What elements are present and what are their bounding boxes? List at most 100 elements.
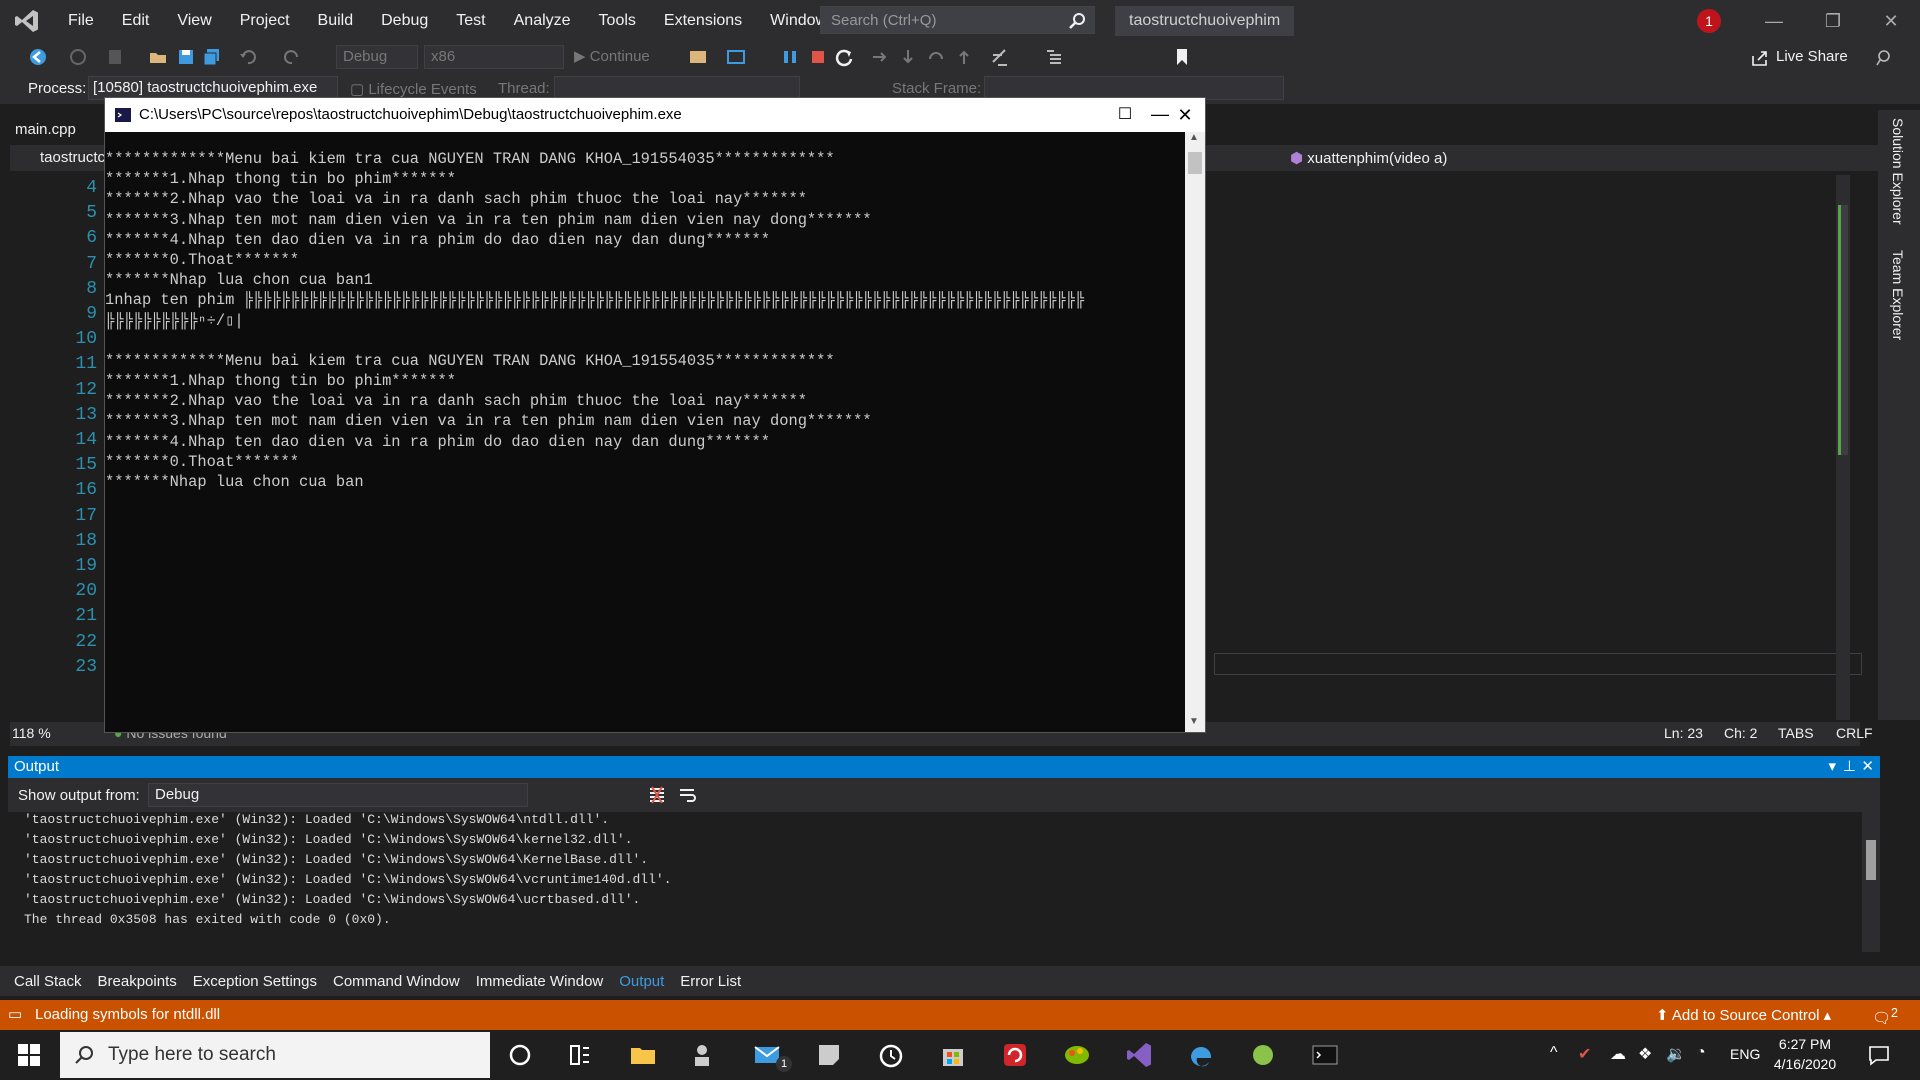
menu-test[interactable]: Test <box>442 0 499 42</box>
feedback-icon[interactable] <box>1874 48 1894 68</box>
close-button[interactable]: ✕ <box>1876 8 1906 34</box>
action-center-icon[interactable] <box>1868 1044 1890 1066</box>
tab-immediate-window[interactable]: Immediate Window <box>468 973 612 990</box>
console-minimize-button[interactable]: — <box>1151 97 1169 131</box>
solution-platform-select[interactable]: x86 <box>424 45 564 69</box>
attach-process-icon[interactable] <box>726 47 746 67</box>
step-into-icon[interactable] <box>898 47 918 67</box>
windows-start-icon[interactable] <box>18 1044 40 1066</box>
close-panel-icon[interactable]: ✕ <box>1861 756 1874 778</box>
search-input[interactable]: Search (Ctrl+Q) <box>820 6 1095 34</box>
visual-studio-taskbar-icon[interactable] <box>1124 1040 1154 1070</box>
solution-explorer-tab[interactable]: Solution Explorer <box>1890 118 1906 225</box>
taskbar-clock[interactable]: 6:27 PM 4/16/2020 <box>1760 1034 1850 1074</box>
project-navigation-dropdown[interactable]: taostructc <box>40 149 105 166</box>
dropbox-tray-icon[interactable]: ❖ <box>1638 1044 1652 1064</box>
output-scrollbar[interactable] <box>1862 812 1880 952</box>
alarms-clock-icon[interactable] <box>876 1040 906 1070</box>
menu-tools[interactable]: Tools <box>585 0 650 42</box>
console-maximize-button[interactable]: ☐ <box>1115 98 1135 132</box>
team-explorer-tab[interactable]: Team Explorer <box>1890 250 1906 340</box>
menu-debug[interactable]: Debug <box>367 0 442 42</box>
console-close-button[interactable]: ✕ <box>1173 98 1197 132</box>
store-icon[interactable] <box>938 1040 968 1070</box>
save-icon[interactable] <box>176 47 196 67</box>
paint-app-icon[interactable] <box>1062 1040 1092 1070</box>
menu-analyze[interactable]: Analyze <box>500 0 585 42</box>
garena-icon[interactable] <box>1000 1040 1030 1070</box>
panel-menu-icon[interactable]: ▾ <box>1828 756 1836 778</box>
save-all-icon[interactable] <box>202 47 222 67</box>
continue-button[interactable]: ▶ Continue <box>574 45 650 69</box>
pin-icon[interactable]: ⊥ <box>1843 756 1856 778</box>
language-indicator[interactable]: ENG <box>1730 1046 1760 1062</box>
clear-all-icon[interactable] <box>648 786 666 804</box>
tab-command-window[interactable]: Command Window <box>325 973 468 990</box>
volume-icon[interactable]: 🔉 <box>1666 1044 1686 1064</box>
edge-icon[interactable] <box>1186 1040 1216 1070</box>
tab-breakpoints[interactable]: Breakpoints <box>90 973 185 990</box>
navigate-back-icon[interactable] <box>28 47 48 67</box>
add-to-source-control-button[interactable]: ⬆ Add to Source Control ▴ <box>1656 1006 1831 1024</box>
scroll-down-icon[interactable]: ▼ <box>1189 716 1199 727</box>
tab-main-cpp[interactable]: main.cpp <box>0 118 105 142</box>
hot-reload-icon[interactable] <box>990 47 1010 67</box>
console-scrollbar[interactable]: ▲ ▼ <box>1185 132 1205 732</box>
new-project-icon[interactable] <box>106 47 126 67</box>
member-navigation-dropdown[interactable]: ⬢ xuattenphim(video a) <box>1290 149 1447 167</box>
output-text-area[interactable]: 'taostructchuoivephim.exe' (Win32): Load… <box>8 812 1880 952</box>
sticky-notes-icon[interactable] <box>814 1040 844 1070</box>
antivirus-tray-icon[interactable]: ✔ <box>1578 1044 1591 1064</box>
menu-edit[interactable]: Edit <box>108 0 164 42</box>
tab-call-stack[interactable]: Call Stack <box>6 973 90 990</box>
console-scrollbar-thumb[interactable] <box>1188 152 1202 174</box>
show-hidden-icons-icon[interactable]: ^ <box>1550 1044 1558 1062</box>
editor-vertical-scrollbar[interactable] <box>1836 175 1850 720</box>
undo-icon[interactable] <box>238 47 258 67</box>
minimize-button[interactable]: — <box>1759 8 1789 34</box>
restore-button[interactable]: ❐ <box>1818 8 1848 34</box>
step-out-icon[interactable] <box>954 47 974 67</box>
cortana-icon[interactable] <box>505 1040 535 1070</box>
menu-project[interactable]: Project <box>226 0 304 42</box>
menu-build[interactable]: Build <box>304 0 368 42</box>
people-icon[interactable] <box>690 1040 720 1070</box>
tabs-indicator[interactable]: TABS <box>1778 725 1814 741</box>
output-scrollbar-thumb[interactable] <box>1866 840 1876 880</box>
menu-file[interactable]: File <box>54 0 108 42</box>
lifecycle-events-button[interactable]: ▢ Lifecycle Events <box>350 80 477 98</box>
show-next-statement-icon[interactable] <box>870 47 890 67</box>
notifications-icon[interactable]: 🗨2 <box>1872 1006 1898 1027</box>
menu-extensions[interactable]: Extensions <box>650 0 756 42</box>
console-title-bar[interactable]: C:\Users\PC\source\repos\taostructchuoiv… <box>105 98 1205 132</box>
tab-output[interactable]: Output <box>611 973 672 990</box>
eol-indicator[interactable]: CRLF <box>1836 725 1873 741</box>
word-wrap-icon[interactable] <box>678 786 696 804</box>
console-output[interactable]: *************Menu bai kiem tra cua NGUYE… <box>105 132 1185 732</box>
file-explorer-icon[interactable] <box>628 1040 658 1070</box>
task-view-icon[interactable] <box>565 1040 595 1070</box>
console-window[interactable]: C:\Users\PC\source\repos\taostructchuoiv… <box>104 97 1206 733</box>
break-all-icon[interactable] <box>780 47 800 67</box>
navigate-forward-icon[interactable] <box>68 47 88 67</box>
console-window-taskbar-icon[interactable] <box>1310 1040 1340 1070</box>
live-share-button[interactable]: Live Share <box>1776 48 1848 65</box>
debug-targets-icon[interactable] <box>688 47 708 67</box>
wifi-icon[interactable]: ◔ <box>1696 1044 1706 1062</box>
tray-app-icon[interactable] <box>1248 1040 1278 1070</box>
bookmark-icon[interactable] <box>1172 47 1192 67</box>
redo-icon[interactable] <box>282 47 302 67</box>
scroll-up-icon[interactable]: ▲ <box>1189 132 1199 143</box>
zoom-level[interactable]: 118 % <box>12 725 51 741</box>
output-source-select[interactable]: Debug <box>148 783 528 807</box>
restart-icon[interactable] <box>834 47 854 67</box>
notification-badge[interactable]: 1 <box>1697 9 1721 33</box>
taskbar-search-box[interactable]: Type here to search <box>60 1032 490 1078</box>
network-tray-icon[interactable]: ☁ <box>1610 1044 1626 1064</box>
tab-error-list[interactable]: Error List <box>672 973 749 990</box>
solution-config-select[interactable]: Debug <box>336 45 418 69</box>
threads-icon[interactable] <box>1044 47 1064 67</box>
menu-view[interactable]: View <box>163 0 225 42</box>
open-file-icon[interactable] <box>148 47 168 67</box>
step-over-icon[interactable] <box>926 47 946 67</box>
